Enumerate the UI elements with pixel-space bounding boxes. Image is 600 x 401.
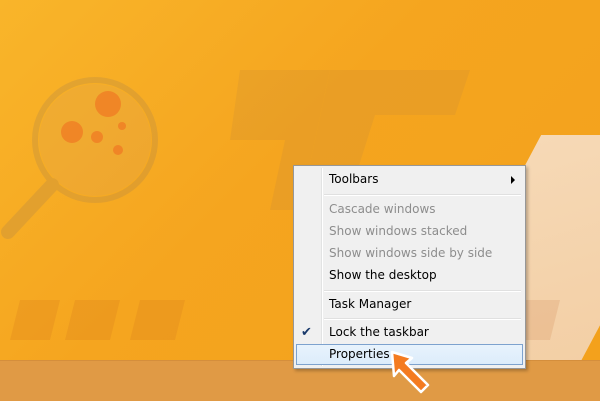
menu-item-label: Properties [329,347,390,361]
menu-item-show-windows-side-by-side[interactable]: Show windows side by side [296,243,523,264]
menu-item-label: Task Manager [329,297,412,311]
menu-item-label: Lock the taskbar [329,325,429,339]
menu-item-task-manager[interactable]: Task Manager [296,294,523,315]
menu-item-show-the-desktop[interactable]: Show the desktop [296,265,523,286]
menu-item-label: Show windows stacked [329,224,468,238]
menu-item-label: Cascade windows [329,202,436,216]
orange-arrow-pointer-icon [390,350,430,394]
menu-item-lock-the-taskbar[interactable]: ✔ Lock the taskbar [296,322,523,343]
menu-item-show-windows-stacked[interactable]: Show windows stacked [296,221,523,242]
menu-separator [324,194,521,196]
menu-separator [324,318,521,320]
menu-item-label: Show the desktop [329,268,437,282]
checkmark-icon: ✔ [301,325,312,340]
menu-item-cascade-windows[interactable]: Cascade windows [296,199,523,220]
menu-separator [324,290,521,292]
menu-item-label: Toolbars [329,172,379,186]
menu-item-toolbars[interactable]: Toolbars [296,169,523,190]
taskbar-context-menu: Toolbars Cascade windows Show windows st… [293,165,526,369]
menu-item-label: Show windows side by side [329,246,493,260]
chevron-right-icon [511,176,515,184]
